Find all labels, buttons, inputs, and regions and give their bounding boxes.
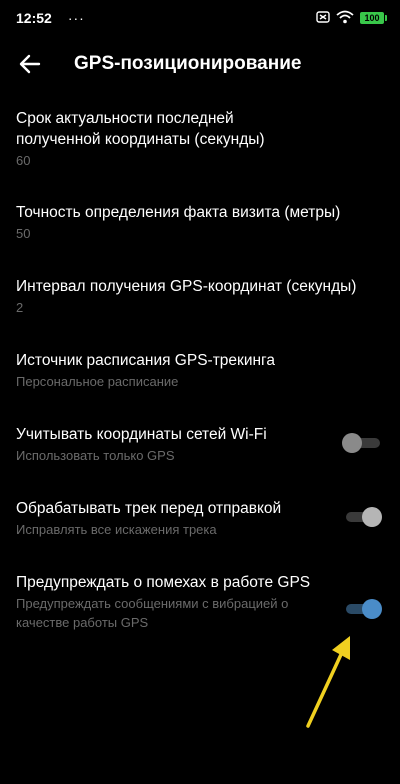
- battery-icon: 100: [360, 12, 387, 24]
- setting-gps-interval[interactable]: Интервал получения GPS-координат (секунд…: [16, 276, 396, 317]
- toggle-knob: [362, 507, 382, 527]
- setting-process-track[interactable]: Обрабатывать трек перед отправкой Исправ…: [16, 498, 316, 539]
- back-button[interactable]: [10, 44, 50, 84]
- setting-value: Предупреждать сообщениями с вибрацией о …: [16, 596, 289, 630]
- status-bar: 12:52 ··· 100: [0, 0, 400, 36]
- setting-visit-accuracy[interactable]: Точность определения факта визита (метры…: [16, 202, 396, 243]
- setting-wifi-coordinates[interactable]: Учитывать координаты сетей Wi-Fi Использ…: [16, 424, 316, 465]
- setting-value: Исправлять все искажения трека: [16, 522, 217, 537]
- setting-value: Персональное расписание: [16, 374, 179, 389]
- notification-more-icon: ···: [67, 10, 85, 26]
- setting-title: Предупреждать о помехах в работе GPS: [16, 574, 311, 591]
- setting-title: Интервал получения GPS-координат (секунд…: [16, 278, 357, 295]
- setting-coordinate-freshness[interactable]: Срок актуальности последней полученной к…: [16, 108, 316, 170]
- gps-interference-toggle[interactable]: [346, 597, 382, 621]
- setting-value: 60: [16, 153, 31, 168]
- setting-value: 50: [16, 226, 31, 241]
- arrow-back-icon: [19, 54, 41, 74]
- setting-gps-interference-warning[interactable]: Предупреждать о помехах в работе GPS Пре…: [16, 572, 316, 632]
- setting-title: Срок актуальности последней полученной к…: [16, 110, 265, 148]
- wifi-coordinates-toggle[interactable]: [342, 431, 380, 455]
- toggle-knob: [342, 433, 362, 453]
- setting-value: 2: [16, 300, 24, 315]
- setting-title: Обрабатывать трек перед отправкой: [16, 500, 282, 517]
- status-time: 12:52: [16, 10, 52, 26]
- sim-icon: [316, 10, 330, 26]
- page-title: GPS-позиционирование: [74, 53, 302, 74]
- process-track-toggle[interactable]: [346, 505, 382, 529]
- app-bar: GPS-позиционирование: [0, 36, 400, 92]
- status-icons: 100: [316, 10, 387, 27]
- setting-title: Учитывать координаты сетей Wi-Fi: [16, 426, 267, 443]
- setting-title: Источник расписания GPS-трекинга: [16, 352, 275, 369]
- wifi-icon: [336, 10, 354, 27]
- annotation-arrow-icon: [306, 636, 350, 728]
- setting-value: Использовать только GPS: [16, 448, 175, 463]
- toggle-knob: [362, 599, 382, 619]
- setting-tracking-schedule[interactable]: Источник расписания GPS-трекинга Персона…: [16, 350, 316, 391]
- setting-title: Точность определения факта визита (метры…: [16, 204, 341, 221]
